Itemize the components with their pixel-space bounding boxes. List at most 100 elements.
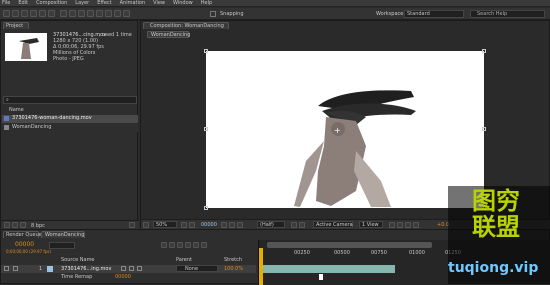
project-item-comp-label: WomanDancing [12,124,52,130]
rotate-tool-icon[interactable] [30,10,37,17]
dancer-thumbnail-image [19,38,39,59]
search-icon: ⌕ [6,97,9,103]
transform-handle-top-left[interactable] [204,49,208,53]
type-tool-icon[interactable] [78,10,85,17]
snapshot-icon[interactable] [221,222,227,228]
eraser-tool-icon[interactable] [105,10,112,17]
motion-blur-icon[interactable] [193,242,199,248]
mask-visibility-icon[interactable] [189,222,195,228]
work-area-bar[interactable] [267,242,432,248]
project-search-input[interactable]: ⌕ [3,96,137,104]
menu-composition[interactable]: Composition [34,0,67,6]
layer-source-name[interactable]: 37301476...ing.mov [61,266,111,272]
project-item-footage-label: 37301476-woman-dancing.mov [12,115,92,121]
current-time-display[interactable]: 00000 [201,222,217,228]
timeline-current-time[interactable]: 00000 [15,242,34,248]
fast-previews-icon[interactable] [397,222,403,228]
usage-count: , used 1 time [99,32,132,38]
layer-switch-shy[interactable] [121,266,126,271]
tab-composition[interactable]: Composition: WomanDancing [143,22,229,29]
shy-layers-icon[interactable] [177,242,183,248]
stretch-value[interactable]: 100.0% [224,266,243,272]
ruler-mark-250: 00250 [294,250,310,256]
transparency-grid-icon[interactable] [299,222,305,228]
workspace-label: Workspace: [376,11,406,17]
layer-duration-bar[interactable] [263,265,395,273]
menu-animation[interactable]: Animation [118,0,146,6]
tab-woman-dancing[interactable]: WomanDancing [41,231,85,238]
timeline-icon[interactable] [405,222,411,228]
show-snapshot-icon[interactable] [229,222,235,228]
ruler-mark-500: 00500 [334,250,350,256]
frame-blending-icon[interactable] [185,242,191,248]
col-stretch[interactable]: Stretch [224,257,242,263]
watermark-line2: 联盟 [472,213,520,241]
composition-viewer[interactable]: + [206,51,484,208]
comp-mini-flowchart-icon[interactable] [161,242,167,248]
layer-switch-quality[interactable] [129,266,134,271]
puppet-pin-tool-icon[interactable] [123,10,130,17]
column-name[interactable]: Name [9,107,24,113]
rectangle-tool-icon[interactable] [60,10,67,17]
resolution-select[interactable]: (Half) [257,221,285,228]
layer-label-color[interactable] [47,266,53,272]
layer-switch-fx[interactable] [137,266,142,271]
channel-icon[interactable] [237,222,243,228]
tools-toolbar: Snapping Workspace: Standard Search Help [0,8,550,20]
menu-edit[interactable]: Edit [16,0,28,6]
clone-stamp-tool-icon[interactable] [96,10,103,17]
selection-tool-icon[interactable] [3,10,10,17]
region-of-interest-icon[interactable] [291,222,297,228]
zoom-tool-icon[interactable] [21,10,28,17]
comp-tab-woman-dancing[interactable]: WomanDancing [147,31,190,38]
ruler-mark-1000: 01000 [409,250,425,256]
trash-icon[interactable] [129,222,135,228]
grid-guides-icon[interactable] [181,222,187,228]
magnification-select[interactable]: 50% [153,221,177,228]
col-source-name[interactable]: Source Name [61,257,95,263]
project-panel: Project 37301476...cing.mov , used 1 tim… [0,20,139,229]
new-composition-icon[interactable] [20,222,26,228]
brush-tool-icon[interactable] [87,10,94,17]
audio-icon[interactable] [13,266,18,271]
pen-tool-icon[interactable] [69,10,76,17]
transform-handle-left[interactable] [204,127,208,131]
snapping-checkbox[interactable] [210,11,216,17]
visibility-eye-icon[interactable] [4,266,9,271]
flowchart-icon[interactable] [413,222,419,228]
ruler-mark-750: 00750 [371,250,387,256]
always-preview-icon[interactable] [143,222,149,228]
menu-view[interactable]: View [151,0,165,6]
view-layout-select[interactable]: 1 View [359,221,383,228]
draft-3d-icon[interactable] [169,242,175,248]
timeline-search-input[interactable] [49,242,75,249]
col-parent[interactable]: Parent [176,257,192,263]
project-item-comp[interactable]: WomanDancing [2,124,138,132]
transform-handle-bottom-left[interactable] [204,206,208,210]
layer-row[interactable]: 1 37301476...ing.mov None 100.0% [1,265,256,273]
search-help-input[interactable]: Search Help [470,10,545,18]
time-remap-value[interactable]: 00000 [115,274,131,280]
graph-editor-icon[interactable] [201,242,207,248]
menu-effect[interactable]: Effect [95,0,111,6]
transform-handle-top-right[interactable] [482,49,486,53]
camera-select[interactable]: Active Camera [313,221,353,228]
camera-tool-icon[interactable] [39,10,46,17]
menu-window[interactable]: Window [171,0,193,6]
hand-tool-icon[interactable] [12,10,19,17]
menu-file[interactable]: File [0,0,10,6]
parent-select[interactable]: None [176,265,218,272]
tab-render-queue[interactable]: Render Queue [3,231,42,238]
workspace-select[interactable]: Standard [404,10,464,18]
tab-project[interactable]: Project [3,22,29,29]
new-folder-icon[interactable] [12,222,18,228]
menu-help[interactable]: Help [199,0,212,6]
pan-behind-tool-icon[interactable] [48,10,55,17]
menu-layer[interactable]: Layer [73,0,89,6]
interpret-footage-icon[interactable] [4,222,10,228]
toggle-pixel-aspect-icon[interactable] [389,222,395,228]
transform-handle-right[interactable] [482,127,486,131]
project-footer: 8 bpc [1,220,139,229]
roto-brush-tool-icon[interactable] [114,10,121,17]
project-item-footage[interactable]: 37301476-woman-dancing.mov [2,115,138,123]
